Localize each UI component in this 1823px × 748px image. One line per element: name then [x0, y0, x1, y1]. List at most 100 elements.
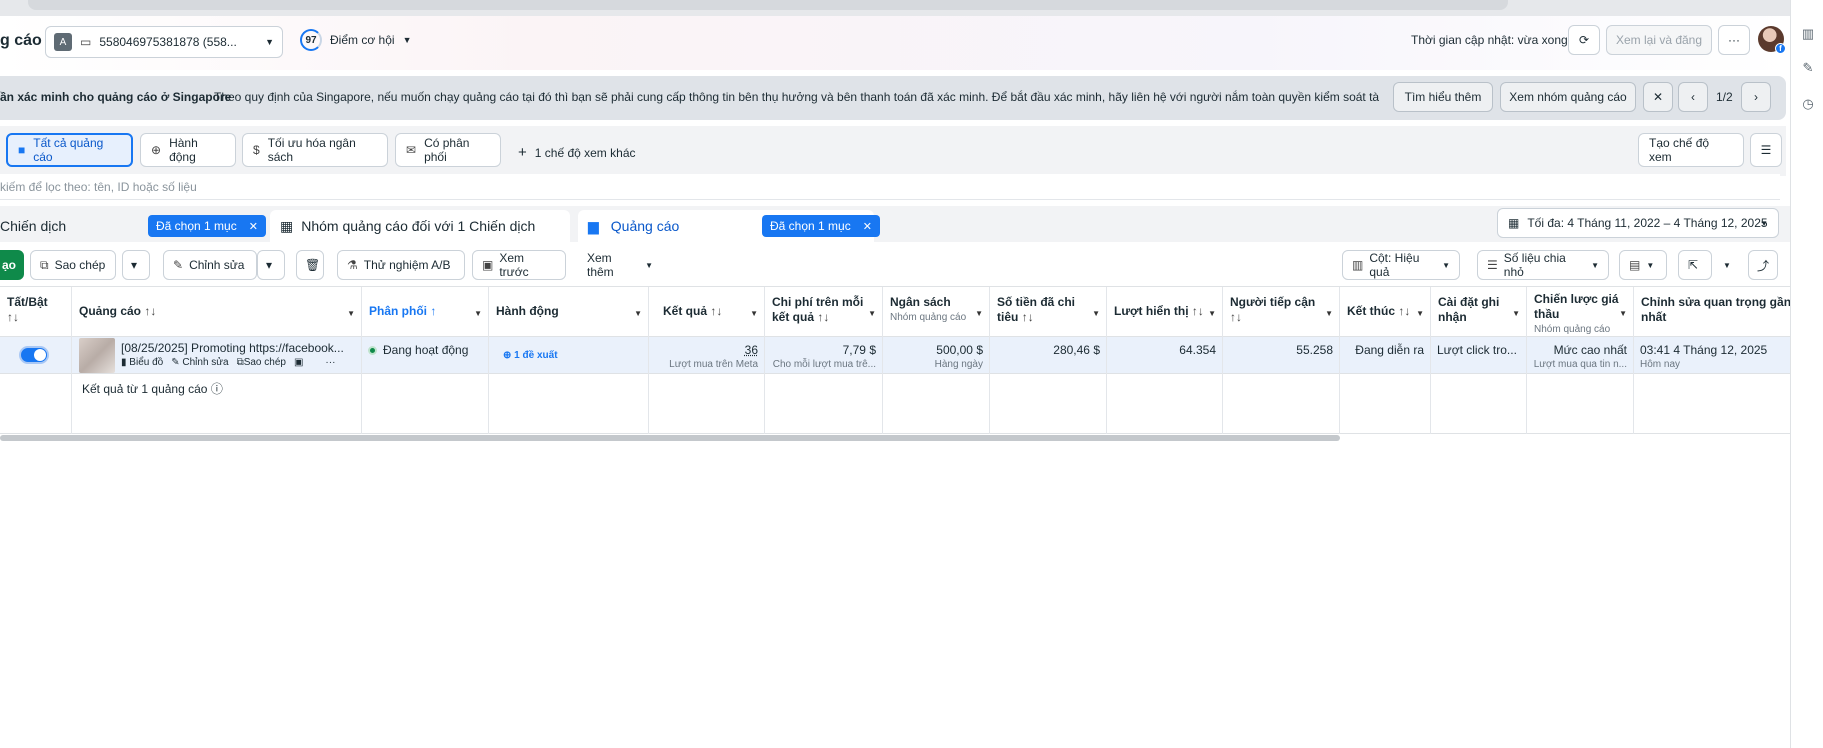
duplicate-menu-button[interactable]: ▾	[122, 250, 150, 280]
edit-menu-button[interactable]: ▾	[257, 250, 285, 280]
learn-more-button[interactable]: Tìm hiểu thêm	[1393, 82, 1493, 112]
browser-top-strip	[0, 0, 1790, 16]
ad-icon: ▆	[588, 217, 599, 234]
tab-adsets[interactable]: ▦ Nhóm quảng cáo đối với 1 Chiến dịch	[270, 210, 570, 242]
col-last-edit[interactable]: Chỉnh sửa quan trọng gần đ nhất	[1634, 287, 1790, 337]
col-results[interactable]: Kết quả ↑↓ ▼	[649, 287, 765, 337]
ab-test-button[interactable]: ⚗ Thử nghiệm A/B	[337, 250, 465, 280]
ad-chart-label: Biểu đồ	[129, 357, 164, 368]
export-button[interactable]: ⇱	[1678, 250, 1712, 280]
sort-icon: ↑↓	[817, 310, 830, 324]
more-button[interactable]: Xem thêm ▼	[578, 250, 662, 280]
bid-sub: Lượt mua qua tin n...	[1533, 359, 1627, 370]
col-delivery[interactable]: Phân phối ↑ ▼	[362, 287, 489, 337]
monitor-icon: ▭	[80, 35, 92, 49]
chart-icon: ⤴	[1757, 258, 1770, 273]
opportunity-score[interactable]: 97 Điểm cơ hội ▼	[300, 29, 411, 51]
suggestion-link[interactable]: ⊕ 1 đề xuất	[503, 350, 558, 361]
chevron-down-icon: ▼	[1591, 260, 1599, 270]
chevron-down-icon: ▼	[347, 309, 355, 318]
info-icon[interactable]: ⓘ	[211, 382, 223, 396]
page-title: g cáo	[0, 32, 42, 49]
view-delivery[interactable]: ✉ Có phân phối	[395, 133, 501, 167]
view-adsets-button[interactable]: Xem nhóm quảng cáo	[1500, 82, 1636, 112]
filter-settings-button[interactable]: ☰	[1750, 133, 1782, 167]
more-views-link[interactable]: +1 chế độ xem khác	[518, 144, 636, 161]
delivery-cell: Đang hoạt động	[362, 337, 489, 374]
col-ad[interactable]: Quảng cáo ↑↓ ▼	[72, 287, 362, 337]
col-ends[interactable]: Kết thúc ↑↓ ▼	[1340, 287, 1431, 337]
more-options-button[interactable]: ···	[1718, 25, 1750, 55]
breakdown-button[interactable]: ☰ Số liệu chia nhỏ ▼	[1477, 250, 1609, 280]
ad-name[interactable]: [08/25/2025] Promoting https://facebook.…	[121, 341, 355, 355]
cpr-cell: 7,79 $ Cho mỗi lượt mua trê...	[765, 337, 883, 374]
edit-button[interactable]: ✎ Chỉnh sửa	[163, 250, 257, 280]
prev-notice-button[interactable]: ‹	[1678, 82, 1708, 112]
clock-icon[interactable]: ◷	[1800, 96, 1816, 112]
results-value[interactable]: 36	[745, 343, 758, 357]
col-attribution[interactable]: Cài đặt ghi nhận ▼	[1431, 287, 1527, 337]
ad-edit-link[interactable]: ✎ Chỉnh sửa	[171, 357, 228, 368]
create-view-button[interactable]: Tạo chế độ xem	[1638, 133, 1744, 167]
delivery-status: Đang hoạt động	[383, 343, 469, 357]
search-input[interactable]: kiếm để lọc theo: tên, ID hoặc số liệu	[0, 174, 1780, 200]
review-publish-button[interactable]: Xem lại và đăng	[1606, 25, 1712, 55]
col-bid-strategy[interactable]: Chiến lược giá thầu Nhóm quảng cáo ▼	[1527, 287, 1634, 337]
chevron-down-icon: ▼	[265, 37, 274, 47]
image-icon[interactable]: ▣	[294, 357, 303, 368]
views-bar: ■ Tất cả quảng cáo ⊕ Hành động $ Tối ưu hóa…	[0, 126, 1786, 176]
chevron-down-icon: ▼	[868, 309, 876, 318]
col-impressions[interactable]: Lượt hiển thị ↑↓ ▼	[1107, 287, 1223, 337]
charts-button[interactable]: ⤴	[1748, 250, 1778, 280]
refresh-button[interactable]: ⟳	[1568, 25, 1600, 55]
reports-button[interactable]: ▤ ▼	[1619, 250, 1667, 280]
view-budget-opt[interactable]: $ Tối ưu hóa ngân sách	[242, 133, 388, 167]
date-range-picker[interactable]: ▦ Tối đa: 4 Tháng 11, 2022 – 4 Tháng 12, …	[1497, 208, 1779, 238]
col-spent-label-2: tiêu	[997, 310, 1019, 324]
sliders-icon: ☰	[1760, 143, 1772, 157]
col-cost-per-result[interactable]: Chi phí trên mỗi kết quả ↑↓ ▼	[765, 287, 883, 337]
ad-thumbnail[interactable]	[79, 338, 115, 373]
col-toggle[interactable]: Tất/Bật ↑↓	[0, 287, 72, 337]
campaigns-selected-chip[interactable]: Đã chọn 1 mục ✕	[148, 215, 266, 237]
preview-button[interactable]: ▣ Xem trước	[472, 250, 566, 280]
close-banner-button[interactable]: ✕	[1643, 82, 1673, 112]
col-budget[interactable]: Ngân sách Nhóm quảng cáo ▼	[883, 287, 990, 337]
spent-value: 280,46 $	[1053, 343, 1100, 357]
horizontal-scrollbar[interactable]	[0, 435, 1340, 441]
col-reach[interactable]: Người tiếp cận ↑↓ ▼	[1223, 287, 1340, 337]
suggestion-label: 1 đề xuất	[514, 350, 558, 361]
col-amount-spent[interactable]: Số tiền đã chi tiêu ↑↓ ▼	[990, 287, 1107, 337]
account-selector[interactable]: A ▭ 558046975381878 (558... ▼	[45, 26, 283, 58]
sort-icon: ↑↓	[7, 310, 19, 324]
reach-value: 55.258	[1296, 343, 1333, 357]
bar-chart-icon: ▮	[121, 357, 127, 368]
account-name: 558046975381878 (558...	[99, 35, 237, 49]
avatar[interactable]: f	[1758, 26, 1786, 54]
export-menu-button[interactable]: ▼	[1714, 250, 1742, 280]
close-icon[interactable]: ✕	[249, 220, 258, 233]
more-icon[interactable]: ···	[325, 357, 335, 368]
ad-duplicate-link[interactable]: ⧉Sao chép	[237, 357, 286, 368]
update-status: Thời gian cập nhật: vừa xong	[1411, 33, 1568, 47]
reports-icon[interactable]: ▥	[1800, 26, 1816, 42]
create-button[interactable]: ạo	[0, 250, 24, 280]
view-all-ads[interactable]: ■ Tất cả quảng cáo	[6, 133, 133, 167]
duplicate-button[interactable]: ⧉ Sao chép	[30, 250, 116, 280]
col-actions[interactable]: Hành động ▼	[489, 287, 649, 337]
chevron-down-icon: ▼	[402, 35, 412, 45]
ad-chart-link[interactable]: ▮ Biểu đồ	[121, 357, 163, 368]
col-ends-label: Kết thúc	[1347, 304, 1395, 318]
close-icon[interactable]: ✕	[863, 220, 872, 233]
next-notice-button[interactable]: ›	[1741, 82, 1771, 112]
delete-button[interactable]: 🗑	[296, 250, 324, 280]
impressions-value: 64.354	[1179, 343, 1216, 357]
table-row[interactable]: [08/25/2025] Promoting https://facebook.…	[0, 337, 1790, 374]
ad-toggle[interactable]	[19, 346, 49, 364]
columns-button[interactable]: ▥ Cột: Hiệu quả ▼	[1342, 250, 1460, 280]
pencil-icon[interactable]: ✎	[1800, 60, 1816, 76]
ads-selected-chip[interactable]: Đã chọn 1 mục ✕	[762, 215, 880, 237]
view-actions[interactable]: ⊕ Hành động	[140, 133, 236, 167]
col-spent-label: Số tiền đã chi	[997, 295, 1076, 309]
ad-cell: [08/25/2025] Promoting https://facebook.…	[72, 337, 362, 374]
